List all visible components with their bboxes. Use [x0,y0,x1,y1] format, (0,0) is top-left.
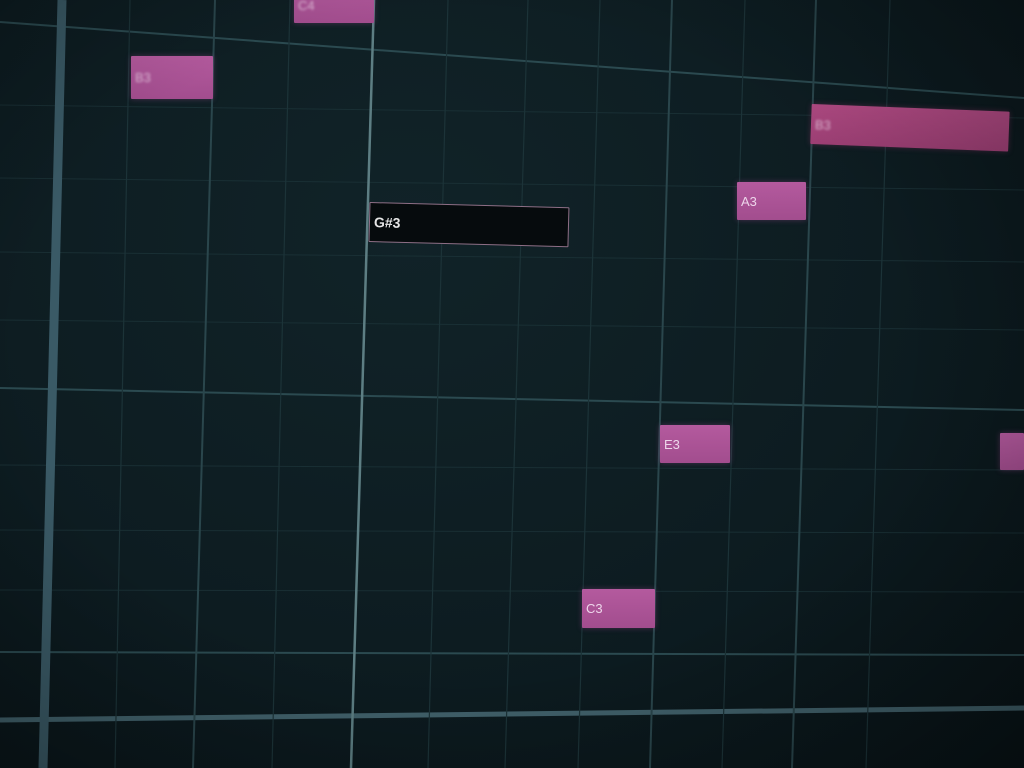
note-label: B3 [135,70,151,85]
note-c3[interactable]: C3 [582,589,655,628]
note-label: E3 [664,436,680,452]
note-b3[interactable]: B3 [131,56,213,99]
note-edge[interactable] [1000,433,1024,470]
note-label: B3 [814,116,832,133]
piano-roll-editor[interactable]: C4 B3 B3 A3 G#3 E3 C3 [0,0,1024,768]
note-label: C3 [586,601,603,616]
note-b3-long[interactable]: B3 [810,104,1010,152]
note-label: C4 [298,0,315,13]
note-a3[interactable]: A3 [737,182,806,220]
note-e3[interactable]: E3 [660,425,730,463]
note-c4[interactable]: C4 [294,0,374,23]
note-label: G#3 [373,214,401,231]
timeline-baseline [0,705,1024,723]
note-g-sharp-3-selected[interactable]: G#3 [368,202,570,248]
note-label: A3 [741,193,757,209]
